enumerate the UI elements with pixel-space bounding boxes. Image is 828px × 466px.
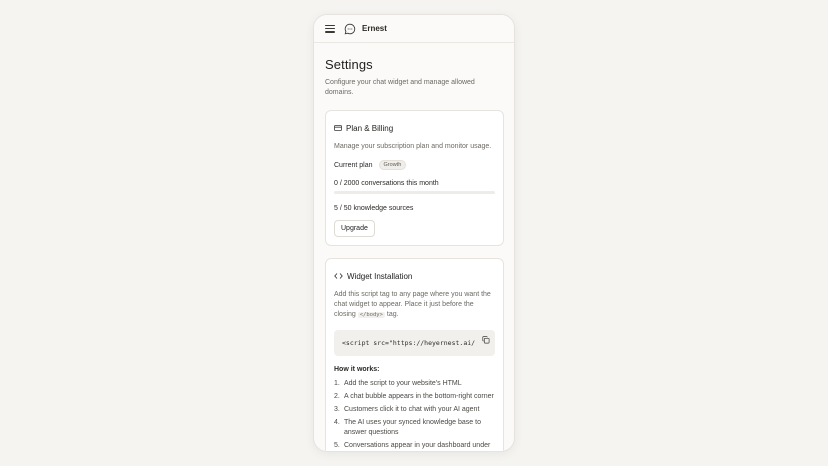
step-text: Conversations appear in your dashboard u… [344,442,491,449]
script-code-block[interactable]: <script src="https://heyernest.ai/ [334,330,495,356]
chat-bubble-icon [344,23,356,35]
plan-billing-description: Manage your subscription plan and monito… [334,143,492,150]
step-item: 2. A chat bubble appears in the bottom-ri… [334,392,495,402]
top-bar: Ernest [314,15,514,43]
app-stage: Ernest Settings Configure your chat widg… [0,0,828,466]
page-subtitle: Configure your chat widget and manage al… [325,79,475,96]
widget-installation-card: Widget Installation Add this script tag … [325,258,504,451]
current-plan-row: Current plan Growth [334,160,495,170]
step-text: Add the script to your website's HTML [344,380,462,387]
step-text: A chat bubble appears in the bottom-righ… [344,393,494,400]
how-it-works-steps: 1. Add the script to your website's HTML 2… [334,379,495,451]
step-number: 2. [334,393,340,400]
step-item: 1. Add the script to your website's HTML [334,379,495,389]
conversations-usage-text: 0 / 2000 conversations this month [334,180,439,187]
conversations-progress-bar [334,191,495,194]
step-item: 5. Conversations appear in your dashboard… [334,441,495,451]
code-brackets-icon [334,267,347,285]
main-content: Settings Configure your chat widget and … [314,43,514,451]
hamburger-menu-icon[interactable] [325,24,335,33]
copy-icon[interactable] [481,335,491,345]
step-item: 4. The AI uses your synced knowledge base… [334,418,495,438]
widget-installation-description: Add this script tag to any page where yo… [334,290,495,320]
current-plan-label: Current plan [334,161,373,169]
plan-billing-title: Plan & Billing [346,123,394,133]
plan-billing-header: Plan & Billing [334,119,495,137]
widget-installation-header: Widget Installation [334,267,495,285]
page-title: Settings [325,57,373,72]
widget-installation-title: Widget Installation [347,271,413,281]
step-number: 1. [334,380,340,387]
step-item: 3. Customers click it to chat with your A… [334,405,495,415]
plan-billing-card: Plan & Billing Manage your subscription … [325,110,504,246]
body-tag-code: </body> [357,312,385,318]
widget-description-tail: tag. [386,311,399,318]
knowledge-sources-text: 5 / 50 knowledge sources [334,205,414,212]
step-number: 5. [334,442,340,449]
how-it-works-title: How it works: [334,366,380,373]
credit-card-icon [334,119,346,137]
step-text: The AI uses your synced knowledge base t… [344,419,481,436]
plan-badge: Growth [378,160,407,170]
brand-name: Ernest [362,24,387,33]
upgrade-button[interactable]: Upgrade [334,220,375,237]
step-text: Customers click it to chat with your AI … [344,406,480,413]
script-code-text: <script src="https://heyernest.ai/ [342,339,476,347]
mobile-frame: Ernest Settings Configure your chat widg… [313,14,515,452]
step-number: 4. [334,419,340,426]
step-number: 3. [334,406,340,413]
